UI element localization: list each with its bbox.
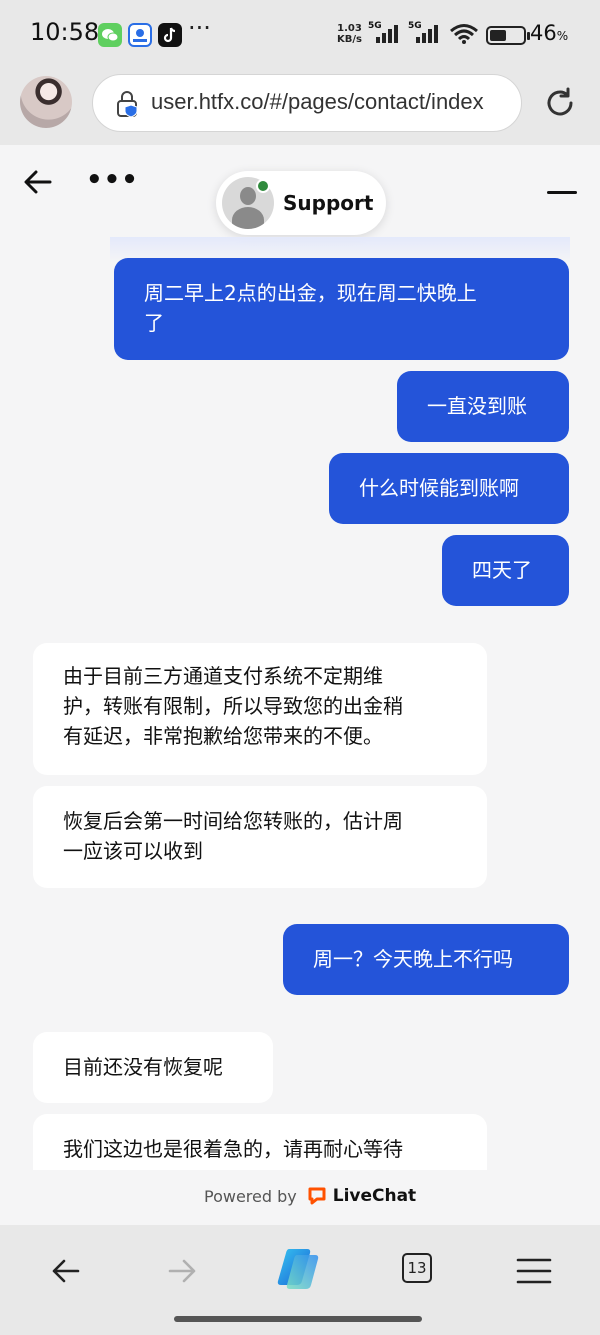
signal-icon-2: 5G <box>408 21 444 49</box>
copilot-icon[interactable] <box>274 1245 326 1291</box>
wechat-icon <box>98 23 122 47</box>
network-speed: 1.03 KB/s <box>337 23 362 45</box>
agent-name: Support <box>283 191 374 215</box>
reload-icon[interactable] <box>543 86 577 120</box>
online-status-icon <box>256 179 270 193</box>
address-bar[interactable]: user.htfx.co/#/pages/contact/index <box>92 74 522 132</box>
message-bubble: 周二早上2点的出金，现在周二快晚上 了 <box>114 258 569 360</box>
battery-icon <box>486 26 530 45</box>
signal-icon: 5G <box>368 21 404 49</box>
status-bar: 10:58 ··· 1.03 KB/s 5G 5G 46% <box>0 0 600 68</box>
livechat-logo-icon <box>308 1187 326 1205</box>
tiktok-icon <box>158 23 182 47</box>
clock: 10:58 <box>30 18 100 46</box>
browser-bottom-nav: 13 <box>0 1225 600 1335</box>
battery-percent: 46% <box>530 21 569 45</box>
app-notification-icon <box>128 23 152 47</box>
browser-toolbar: user.htfx.co/#/pages/contact/index <box>0 68 600 145</box>
message-bubble: 什么时候能到账啊 <box>329 453 569 524</box>
secure-lock-icon[interactable] <box>115 90 141 118</box>
message-bubble: 四天了 <box>442 535 569 606</box>
nav-back-icon[interactable] <box>46 1251 86 1291</box>
message-bubble: 目前还没有恢复呢 <box>33 1032 273 1103</box>
chat-window: ••• Support 周二早上2点的出金，现在周二快晚上 了 一直没到账 什么… <box>0 145 600 1225</box>
powered-by-label: Powered by <box>204 1186 297 1206</box>
message-bubble: 一直没到账 <box>397 371 569 442</box>
message-bubble: 由于目前三方通道支付系统不定期维 护，转账有限制，所以导致您的出金稍 有延迟，非… <box>33 643 487 775</box>
profile-avatar[interactable] <box>20 76 72 128</box>
message-bubble: 恢复后会第一时间给您转账的，估计周 一应该可以收到 <box>33 786 487 888</box>
more-notifications: ··· <box>188 14 211 42</box>
wifi-icon <box>449 23 479 49</box>
url-text[interactable]: user.htfx.co/#/pages/contact/index <box>151 89 484 115</box>
livechat-brand[interactable]: LiveChat <box>333 1186 416 1206</box>
message-bubble: 周一？今天晚上不行吗 <box>283 924 569 995</box>
agent-header: Support <box>216 171 386 235</box>
back-arrow-icon[interactable] <box>24 169 52 195</box>
chat-menu-icon[interactable]: ••• <box>86 165 139 195</box>
powered-by-footer: Powered by LiveChat <box>0 1170 600 1225</box>
nav-forward-icon[interactable] <box>162 1251 202 1291</box>
minimize-icon[interactable] <box>547 191 577 194</box>
tabs-count-button[interactable]: 13 <box>402 1253 432 1283</box>
menu-hamburger-icon[interactable] <box>514 1251 554 1291</box>
home-indicator[interactable] <box>174 1316 422 1322</box>
